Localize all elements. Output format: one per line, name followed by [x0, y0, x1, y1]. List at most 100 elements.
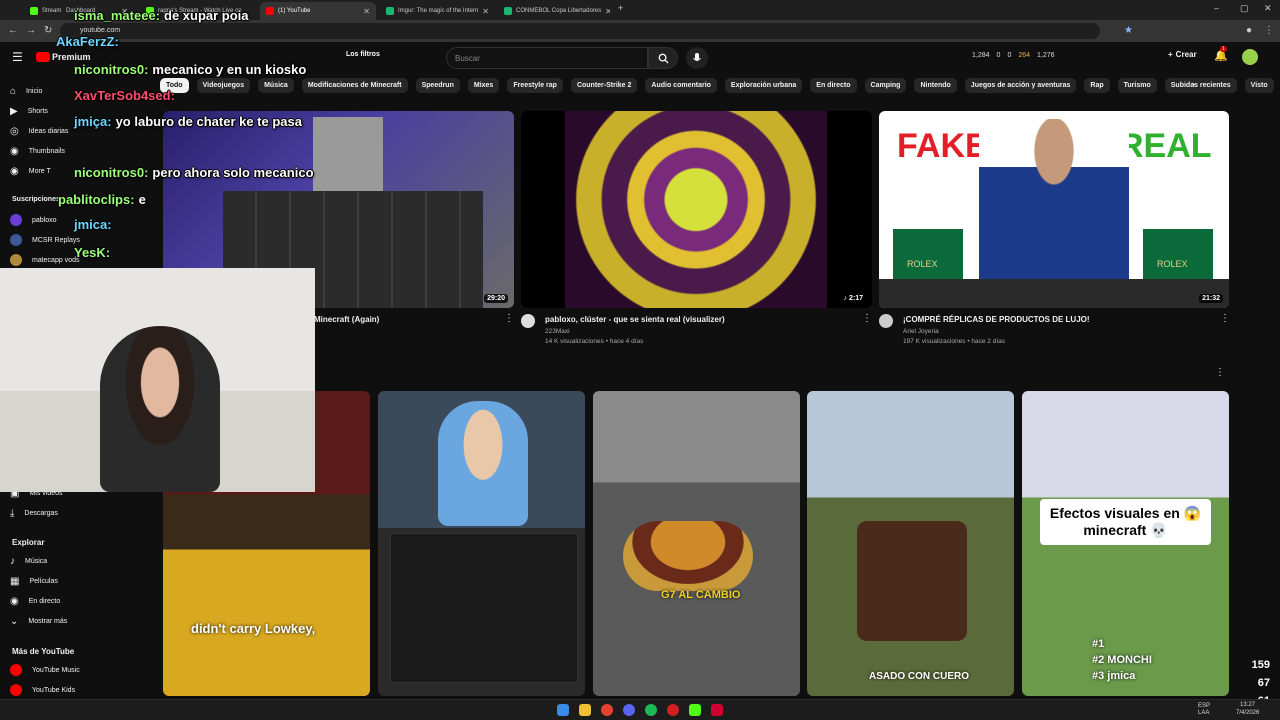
minecraft-character: [313, 117, 383, 191]
sidebar-item-1[interactable]: ▶ Shorts: [10, 106, 48, 117]
chip-15[interactable]: Turismo: [1117, 77, 1157, 93]
chevron-right-icon[interactable]: ›: [1192, 79, 1195, 89]
video-thumbnail-3[interactable]: FAKE REAL ROLEX ROLEX 21:32: [879, 111, 1229, 308]
video-title-1[interactable]: Minecraft (Again): [314, 315, 379, 324]
close-icon[interactable]: ✕: [482, 7, 489, 16]
chip-11[interactable]: Camping: [864, 77, 907, 93]
sidebar-item-4[interactable]: ◉ More T: [10, 166, 51, 177]
explore-heading: Explorar: [12, 538, 45, 547]
tab-youtube[interactable]: (1) YouTube ✕: [260, 2, 376, 20]
channel-icon: ◉: [10, 146, 19, 157]
chip-2[interactable]: Música: [258, 77, 294, 93]
channel-avatar[interactable]: [879, 314, 893, 328]
sidebar-more-item[interactable]: YouTube Music: [10, 664, 80, 676]
chip-8[interactable]: Audio comentario: [645, 77, 717, 93]
back-icon[interactable]: ←: [8, 25, 18, 36]
create-button[interactable]: + Crear: [1168, 50, 1197, 59]
leaderboard-row: #3 jmica: [1092, 670, 1136, 682]
chip-9[interactable]: Exploración urbana: [724, 77, 803, 93]
more-icon[interactable]: ⋮: [1220, 313, 1230, 324]
chip-12[interactable]: Nintendo: [914, 77, 957, 93]
clock-date[interactable]: 7/4/2026: [1236, 710, 1259, 716]
sidebar-more-item[interactable]: YouTube Kids: [10, 684, 75, 696]
imgur-icon: [386, 7, 394, 15]
burger: [623, 521, 753, 591]
chrome-icon[interactable]: [601, 704, 613, 716]
voice-search-button[interactable]: [686, 47, 708, 69]
profile-icon[interactable]: ●: [1246, 25, 1252, 36]
chip-17[interactable]: Visto: [1244, 77, 1274, 93]
reload-icon[interactable]: ↻: [44, 25, 52, 36]
channel-avatar[interactable]: [521, 314, 535, 328]
search-button[interactable]: [648, 47, 678, 69]
sidebar-explore-item[interactable]: ♪ Música: [10, 556, 47, 567]
hamburger-icon[interactable]: ☰: [12, 50, 23, 64]
chat-username: pablitoclips:: [58, 192, 135, 207]
star-icon[interactable]: ★: [1124, 25, 1133, 36]
sidebar-explore-item[interactable]: ▦ Películas: [10, 576, 58, 587]
menu-icon[interactable]: ⋮: [1264, 25, 1274, 36]
chip-7[interactable]: Counter-Strike 2: [570, 77, 638, 93]
shorts-more-icon[interactable]: ⋮: [1215, 367, 1225, 378]
address-input[interactable]: youtube.com: [60, 23, 1100, 39]
tab-imgur[interactable]: Imgur: The magic of the Intern ✕: [380, 2, 492, 20]
clock-time[interactable]: 13:27: [1240, 702, 1255, 708]
filters-button[interactable]: Los filtros: [346, 51, 380, 58]
meat-cut: [857, 521, 967, 641]
video-title-2[interactable]: pabloxo, clúster - que se sienta real (v…: [545, 315, 725, 324]
kick-icon[interactable]: [689, 704, 701, 716]
subscription-item[interactable]: pabloxo: [10, 214, 57, 226]
download-icon: ⤓: [10, 508, 15, 519]
page-icon: [504, 7, 512, 15]
app-icon[interactable]: [711, 704, 723, 716]
new-tab-icon[interactable]: +: [618, 3, 623, 13]
tab-conmebol[interactable]: CONMEBOL Copa Libertadores ✕: [498, 2, 610, 20]
subscription-item[interactable]: matecapp vods: [10, 254, 79, 266]
sidebar-explore-item[interactable]: ⌄ Mostrar más: [10, 616, 67, 627]
chat-message: YesK:: [74, 245, 114, 260]
chip-1[interactable]: Videojuegos: [196, 77, 251, 93]
sidebar-explore-item[interactable]: ◉ En directo: [10, 596, 60, 607]
sidebar-you-item[interactable]: ⤓ Descargas: [10, 508, 58, 519]
discord-icon[interactable]: [623, 704, 635, 716]
close-icon[interactable]: ✕: [605, 7, 610, 16]
short-thumbnail-2[interactable]: [378, 391, 585, 696]
search-input[interactable]: Buscar: [446, 47, 648, 69]
chip-3[interactable]: Modificaciones de Minecraft: [301, 77, 408, 93]
sidebar-item-3[interactable]: ◉ Thumbnails: [10, 146, 65, 157]
channel-name[interactable]: Ariel Joyeria: [903, 328, 939, 335]
more-icon[interactable]: ⋮: [862, 313, 872, 324]
maximize-icon[interactable]: ▢: [1240, 3, 1249, 14]
obs-icon[interactable]: [667, 704, 679, 716]
chip-5[interactable]: Mixes: [467, 77, 500, 93]
psychedelic-art: [565, 111, 827, 308]
sidebar-item-0[interactable]: ⌂ Inicio: [10, 86, 42, 97]
windows-start-icon[interactable]: [557, 704, 569, 716]
subscription-item[interactable]: MCSR Replays: [10, 234, 80, 246]
video-title-3[interactable]: ¡COMPRÉ RÉPLICAS DE PRODUCTOS DE LUJO!: [903, 315, 1090, 324]
avatar[interactable]: [1242, 49, 1258, 65]
short-thumbnail-3[interactable]: G7 AL CAMBIO: [593, 391, 800, 696]
video-thumbnail-2[interactable]: ♪ 2:17: [521, 111, 872, 308]
language-indicator[interactable]: ESP LAA: [1198, 703, 1216, 717]
chip-13[interactable]: Juegos de acción y aventuras: [964, 77, 1077, 93]
chip-4[interactable]: Speedrun: [415, 77, 460, 93]
chip-6[interactable]: Freestyle rap: [507, 77, 563, 93]
more-icon[interactable]: ⋮: [504, 313, 514, 324]
channel-name[interactable]: 223Maxi: [545, 328, 570, 335]
youtube-logo-icon[interactable]: [36, 52, 50, 62]
close-window-icon[interactable]: ✕: [1264, 3, 1272, 14]
minimize-icon[interactable]: –: [1214, 3, 1219, 13]
close-icon[interactable]: ✕: [363, 7, 370, 16]
file-explorer-icon[interactable]: [579, 704, 591, 716]
forward-icon[interactable]: →: [26, 25, 36, 36]
spotify-icon[interactable]: [645, 704, 657, 716]
plus-icon: +: [1168, 50, 1173, 59]
chat-username: XavTerSob4sed:: [74, 88, 175, 103]
short-thumbnail-4[interactable]: ASADO CON CUERO: [807, 391, 1014, 696]
sidebar-item-2[interactable]: ◎ Ideas diarias: [10, 126, 68, 137]
bulb-icon: ◎: [10, 126, 19, 137]
chip-14[interactable]: Rap: [1084, 77, 1110, 93]
chip-16[interactable]: Subidas recientes: [1164, 77, 1237, 93]
chip-10[interactable]: En directo: [810, 77, 857, 93]
